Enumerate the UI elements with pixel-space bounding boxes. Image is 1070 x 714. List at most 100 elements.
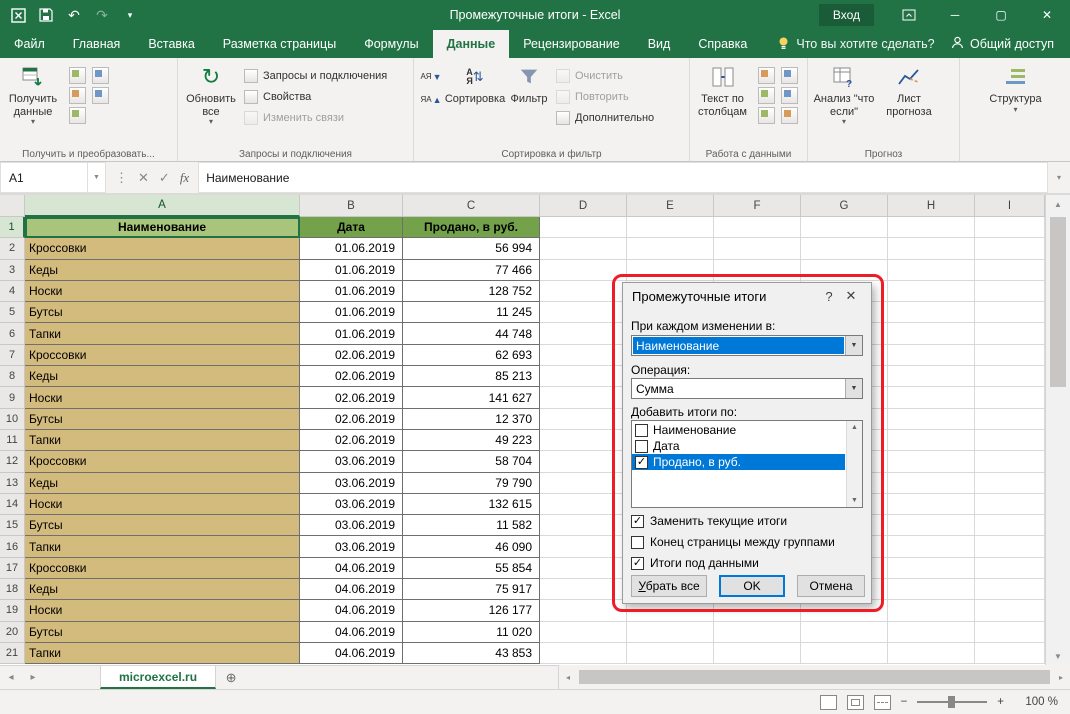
consolidate-icon[interactable] [781,87,798,104]
sort-za-button[interactable]: ЯА▲ [419,90,443,109]
ribbon-tab-Справка[interactable]: Справка [684,30,761,58]
cell-C16[interactable]: 46 090 [403,536,540,557]
name-box[interactable]: A1 [0,162,88,193]
cell-I3[interactable] [975,260,1045,281]
cell-D1[interactable] [540,217,627,238]
name-box-dropdown-icon[interactable]: ▼ [88,162,106,193]
dialog-close-icon[interactable]: ✕ [840,288,862,304]
cell-A7[interactable]: Кроссовки [25,345,300,366]
cell-H16[interactable] [888,536,975,557]
row-header-14[interactable]: 14 [0,494,25,515]
sort-az-button[interactable]: АЯ▼ [419,67,443,86]
add-sheet-icon[interactable]: ⊕ [216,666,246,689]
cell-D18[interactable] [540,579,627,600]
get-data-button[interactable]: Получить данные ▾ [3,61,63,126]
cell-I13[interactable] [975,473,1045,494]
zoom-slider-thumb[interactable] [948,696,955,708]
row-header-11[interactable]: 11 [0,430,25,451]
cell-H7[interactable] [888,345,975,366]
cell-H2[interactable] [888,238,975,259]
cell-H4[interactable] [888,281,975,302]
dialog-option-checkbox[interactable]: ✓Заменить текущие итоги [631,514,863,528]
cell-H3[interactable] [888,260,975,281]
sheet-nav-left-icon[interactable]: ◂ [0,666,22,689]
cell-B1[interactable]: Дата [300,217,403,238]
cell-I8[interactable] [975,366,1045,387]
cell-A18[interactable]: Кеды [25,579,300,600]
cell-B6[interactable]: 01.06.2019 [300,323,403,344]
unchecked-checkbox-icon[interactable] [635,424,648,437]
cell-E2[interactable] [627,238,714,259]
cell-D8[interactable] [540,366,627,387]
zoom-in-icon[interactable]: + [997,696,1004,708]
checked-checkbox-icon[interactable]: ✓ [631,557,644,570]
column-header-G[interactable]: G [801,195,888,217]
cell-D15[interactable] [540,515,627,536]
checked-checkbox-icon[interactable]: ✓ [635,456,648,469]
horizontal-scroll-thumb[interactable] [579,670,1050,684]
cancel-button[interactable]: Отмена [797,575,865,597]
scroll-up-icon[interactable]: ▲ [1046,195,1070,213]
zoom-out-icon[interactable]: − [901,696,908,708]
cell-H9[interactable] [888,387,975,408]
cell-I14[interactable] [975,494,1045,515]
dialog-option-checkbox[interactable]: Конец страницы между группами [631,535,863,549]
save-icon[interactable] [38,7,54,23]
cell-I9[interactable] [975,387,1045,408]
row-header-4[interactable]: 4 [0,281,25,302]
sheet-nav-right-icon[interactable]: ▸ [22,666,44,689]
cell-C11[interactable]: 49 223 [403,430,540,451]
cell-B5[interactable]: 01.06.2019 [300,302,403,323]
row-header-1[interactable]: 1 [0,217,25,238]
cell-B21[interactable]: 04.06.2019 [300,643,403,664]
outline-button[interactable]: Структура ▾ [981,61,1051,114]
cell-C2[interactable]: 56 994 [403,238,540,259]
cell-G21[interactable] [801,643,888,664]
cell-D12[interactable] [540,451,627,472]
cell-D5[interactable] [540,302,627,323]
cell-G3[interactable] [801,260,888,281]
column-header-C[interactable]: C [403,195,540,217]
cell-A11[interactable]: Тапки [25,430,300,451]
data-validation-icon[interactable] [758,87,775,104]
cell-D17[interactable] [540,558,627,579]
scroll-down-icon[interactable]: ▼ [851,497,858,504]
cell-F3[interactable] [714,260,801,281]
cell-D6[interactable] [540,323,627,344]
listbox-scrollbar[interactable]: ▲ ▼ [846,421,862,507]
change-in-combo[interactable]: Наименование ▼ [631,335,863,356]
cell-C8[interactable]: 85 213 [403,366,540,387]
remove-all-button[interactable]: Убрать все [631,575,707,597]
cell-G2[interactable] [801,238,888,259]
cell-B13[interactable]: 03.06.2019 [300,473,403,494]
cell-H15[interactable] [888,515,975,536]
cell-I19[interactable] [975,600,1045,621]
cell-C6[interactable]: 44 748 [403,323,540,344]
cell-C4[interactable]: 128 752 [403,281,540,302]
cell-D11[interactable] [540,430,627,451]
cell-B19[interactable]: 04.06.2019 [300,600,403,621]
formula-input[interactable]: Наименование [198,162,1048,193]
cell-H20[interactable] [888,622,975,643]
cell-A12[interactable]: Кроссовки [25,451,300,472]
unchecked-checkbox-icon[interactable] [631,536,644,549]
scroll-down-icon[interactable]: ▼ [1046,647,1070,665]
column-header-D[interactable]: D [540,195,627,217]
cell-D13[interactable] [540,473,627,494]
cell-I4[interactable] [975,281,1045,302]
close-button[interactable]: ✕ [1024,0,1070,30]
cell-D7[interactable] [540,345,627,366]
sign-in-button[interactable]: Вход [819,4,874,26]
cell-H19[interactable] [888,600,975,621]
cell-I18[interactable] [975,579,1045,600]
cell-I17[interactable] [975,558,1045,579]
scroll-right-icon[interactable]: ▸ [1052,673,1070,682]
combo-arrow-icon[interactable]: ▼ [845,336,862,355]
cancel-entry-icon[interactable]: ✕ [138,170,149,186]
undo-icon[interactable]: ↶ [66,7,82,23]
unchecked-checkbox-icon[interactable] [635,440,648,453]
cell-D2[interactable] [540,238,627,259]
cell-A3[interactable]: Кеды [25,260,300,281]
subtotal-list-item[interactable]: ✓Продано, в руб. [632,454,845,470]
cell-E21[interactable] [627,643,714,664]
